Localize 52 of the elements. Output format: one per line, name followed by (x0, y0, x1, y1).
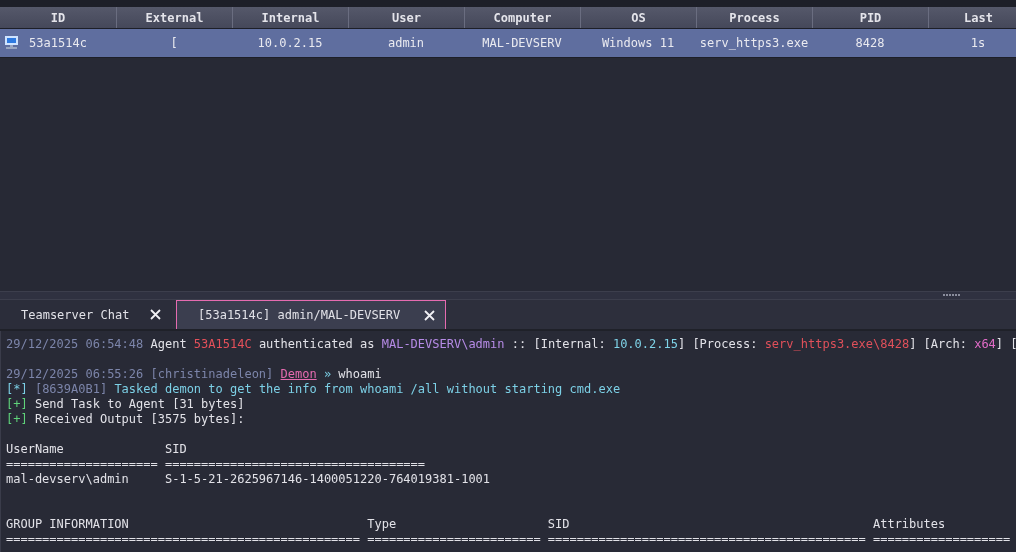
table-cell: MAL-DEVSERV (482, 36, 562, 50)
splitter-handle-icon[interactable] (943, 294, 961, 296)
column-header[interactable]: Computer (464, 7, 580, 28)
table-cell: 8428 (855, 36, 885, 50)
log-text: whoami (338, 367, 382, 381)
agent-row[interactable]: 53a1514c [ 10.0.2.15 admin MAL-DEVSERV Windows 11 serv_https3.exe 8428 1s (0, 29, 1016, 58)
command-output-line: GROUP INFORMATION Type SID Attributes (6, 517, 946, 531)
success-marker: [+] (6, 397, 29, 411)
process-text: serv_https3.exe\8428 (764, 337, 910, 351)
table-cell: 53a1514c (29, 36, 87, 50)
timestamp-text: 29/12/2025 06:54:48 (6, 337, 145, 351)
log-text: ] [Arch: (909, 337, 968, 351)
command-output-line: UserName SID (6, 442, 187, 456)
ip-address-text: 10.0.2.15 (612, 337, 678, 351)
log-text: authenticated as (257, 337, 376, 351)
arch-text: x64 (974, 337, 996, 351)
table-cell: serv_https3.exe (699, 36, 809, 50)
agent-link[interactable]: Demon (280, 367, 317, 381)
user-text: MAL-DEVSERV\admin (381, 337, 505, 351)
success-marker: [+] (6, 412, 29, 426)
console-tab[interactable]: [53a1514c] admin/MAL-DEVSERV (176, 300, 447, 329)
computer-icon (4, 36, 19, 49)
log-text: Agent (150, 337, 188, 351)
log-text: ] [Process: (677, 337, 759, 351)
column-header[interactable]: External (116, 7, 232, 28)
log-text: Send Task to Agent [31 bytes] (34, 397, 245, 411)
log-text: ] [ (995, 337, 1016, 351)
agent-id-text: 53A1514C (193, 337, 252, 351)
column-header[interactable]: PID (812, 7, 928, 28)
column-header[interactable]: Internal (232, 7, 348, 28)
column-header[interactable]: ID (0, 7, 116, 28)
column-header[interactable]: OS (580, 7, 696, 28)
timestamp-text: 29/12/2025 06:55:26 [christinadeleon] (6, 367, 275, 381)
close-icon[interactable] (150, 309, 161, 320)
command-output-line: mal-devserv\admin S-1-5-21-2625967146-1400051220-764019381-1001 (6, 472, 491, 486)
table-cell: 1s (970, 36, 986, 50)
table-cell: [ (170, 36, 178, 50)
table-cell: Windows 11 (601, 36, 675, 50)
column-header[interactable]: User (348, 7, 464, 28)
log-text: Received Output [3575 bytes]: (34, 412, 245, 426)
command-output-line: ================================================= ======================== ============================================ =================== (6, 532, 1011, 546)
log-text: :: [Internal: (510, 337, 607, 351)
table-cell: 10.0.2.15 (257, 36, 323, 50)
column-header[interactable]: Process (696, 7, 812, 28)
table-cell: admin (387, 36, 425, 50)
timestamp-text: [8639A0B1] (34, 382, 109, 396)
info-text: » (322, 367, 333, 381)
info-marker: [*] (6, 382, 29, 396)
command-output-line: ===================== ==================================== (6, 457, 426, 471)
close-icon[interactable] (424, 309, 436, 321)
info-text: Tasked demon to get the info from whoami /all without starting cmd.exe (114, 382, 621, 396)
column-header[interactable]: Last (928, 7, 1016, 28)
